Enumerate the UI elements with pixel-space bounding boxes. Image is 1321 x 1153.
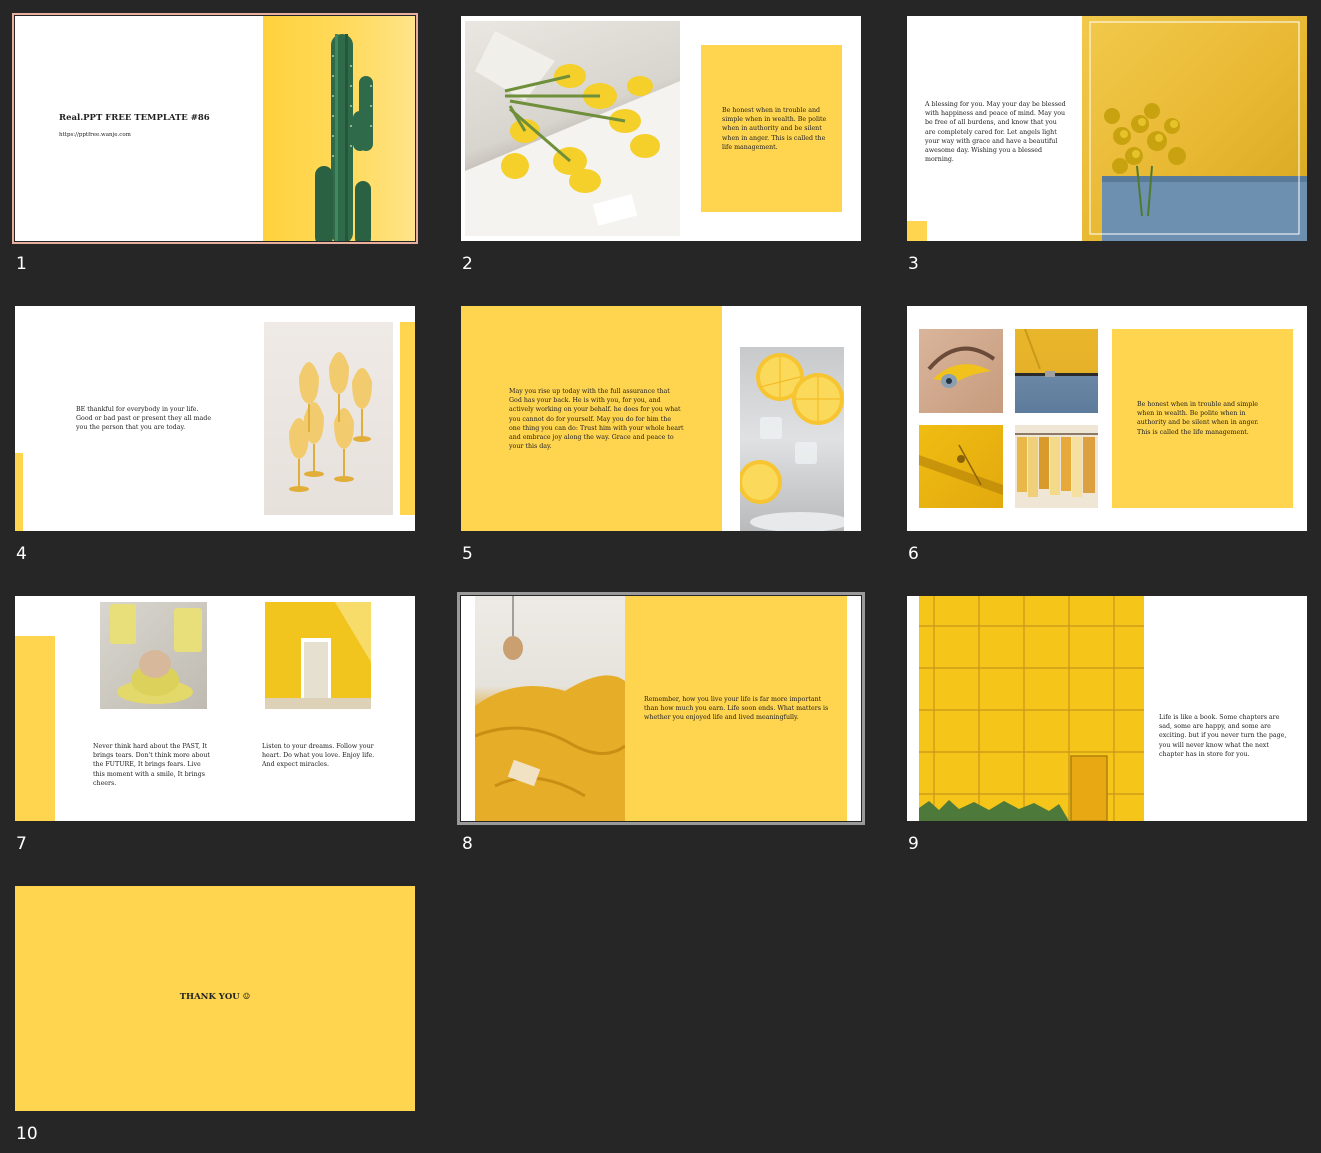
yellow-glasses-photo <box>264 322 393 515</box>
slide-thumbnail-7[interactable]: Never think hard about the PAST, It brin… <box>15 596 415 821</box>
slide-thumbnail-4[interactable]: BE thankful for everybody in your life. … <box>15 306 415 531</box>
tulips-illustration <box>465 31 680 236</box>
slide-4-body: BE thankful for everybody in your life. … <box>76 406 212 432</box>
slide-6-canvas: Be honest when in trouble and simple whe… <box>907 306 1307 531</box>
cactus-illustration <box>315 34 373 241</box>
slide-9-body: Life is like a book. Some chapters are s… <box>1159 714 1287 758</box>
yellow-coffee-cups-photo <box>100 602 207 709</box>
slide-7-body-left: Never think hard about the PAST, It brin… <box>93 743 210 787</box>
slide-7-yellow-strip <box>15 636 55 821</box>
slide-number-2: 2 <box>462 254 473 274</box>
doorway-illustration <box>265 602 371 709</box>
slide-number-8: 8 <box>462 834 473 854</box>
tulips-photo <box>465 21 680 236</box>
yellow-clothes-rack-photo <box>1015 425 1098 508</box>
yellow-shadow-flower-photo <box>919 425 1003 508</box>
glasses-illustration <box>289 352 372 492</box>
slide-number-1: 1 <box>16 254 27 274</box>
shadow-illustration <box>919 444 1003 495</box>
slide-thumbnail-8[interactable]: Remember, how you live your life is far … <box>457 592 865 825</box>
slide-1-canvas: Real.PPT FREE TEMPLATE #86 https://pptfr… <box>15 16 415 241</box>
slide-thumbnail-1[interactable]: Real.PPT FREE TEMPLATE #86 https://pptfr… <box>12 13 418 244</box>
slide-2-canvas: Be honest when in trouble and simple whe… <box>461 16 861 241</box>
slide-3-yellow-corner <box>907 221 927 241</box>
bedroom-illustration <box>475 596 625 821</box>
yellow-shirt-jeans-photo <box>1015 329 1098 413</box>
yellow-doorway-photo <box>265 602 371 709</box>
shirt-illustration <box>1015 329 1098 377</box>
lemons-illustration <box>740 353 844 531</box>
slide-thumbnail-5[interactable]: May you rise up today with the full assu… <box>461 306 861 531</box>
slide-5-body: May you rise up today with the full assu… <box>509 388 684 451</box>
slide-7-body-right: Listen to your dreams. Follow your heart… <box>262 743 375 769</box>
slide-thumbnail-6[interactable]: Be honest when in trouble and simple whe… <box>907 306 1307 531</box>
slide-4-canvas: BE thankful for everybody in your life. … <box>15 306 415 531</box>
slide-10-title: THANK YOU ☺ <box>179 992 251 1002</box>
wall-illustration <box>919 596 1144 821</box>
slide-4-yellow-strip-right <box>400 322 415 515</box>
eye-illustration <box>927 346 996 388</box>
lemons-water-photo <box>740 347 844 531</box>
slide-3-canvas: A blessing for you. May your day be bles… <box>907 16 1307 241</box>
slide-4-yellow-strip-left <box>15 453 23 531</box>
slide-6-body: Be honest when in trouble and simple whe… <box>1137 401 1259 436</box>
slide-number-3: 3 <box>908 254 919 274</box>
slide-9-canvas: Life is like a book. Some chapters are s… <box>907 596 1307 821</box>
slide-number-6: 6 <box>908 544 919 564</box>
slide-3-body: A blessing for you. May your day be bles… <box>925 101 1066 164</box>
slide-thumbnail-9[interactable]: Life is like a book. Some chapters are s… <box>907 596 1307 821</box>
slide-number-7: 7 <box>16 834 27 854</box>
slide-number-4: 4 <box>16 544 27 564</box>
slide-thumbnail-10[interactable]: THANK YOU ☺ <box>15 886 415 1111</box>
slide-8-body: Remember, how you live your life is far … <box>644 696 829 722</box>
yellow-sweater-flowers-photo <box>1082 16 1307 241</box>
cups-illustration <box>110 604 202 704</box>
slide-number-5: 5 <box>462 544 473 564</box>
slide-thumbnail-2[interactable]: Be honest when in trouble and simple whe… <box>461 16 861 241</box>
slide-number-10: 10 <box>16 1124 38 1144</box>
sweater-illustration <box>1089 21 1307 241</box>
slide-number-9: 9 <box>908 834 919 854</box>
slide-2-body: Be honest when in trouble and simple whe… <box>722 107 827 151</box>
cactus-photo <box>263 16 415 241</box>
yellow-wall-door-photo <box>919 596 1144 821</box>
slide-thumbnail-3[interactable]: A blessing for you. May your day be bles… <box>907 16 1307 241</box>
slide-7-canvas: Never think hard about the PAST, It brin… <box>15 596 415 821</box>
slide-10-canvas: THANK YOU ☺ <box>15 886 415 1111</box>
slide-1-subtitle: https://pptfree.wanje.com <box>59 132 131 138</box>
slide-1-title: Real.PPT FREE TEMPLATE #86 <box>59 113 210 123</box>
yellow-bedroom-photo <box>475 596 625 821</box>
slide-8-canvas: Remember, how you live your life is far … <box>461 596 861 821</box>
yellow-eye-makeup-photo <box>919 329 1003 413</box>
slide-5-canvas: May you rise up today with the full assu… <box>461 306 861 531</box>
clothes-illustration <box>1015 433 1098 497</box>
